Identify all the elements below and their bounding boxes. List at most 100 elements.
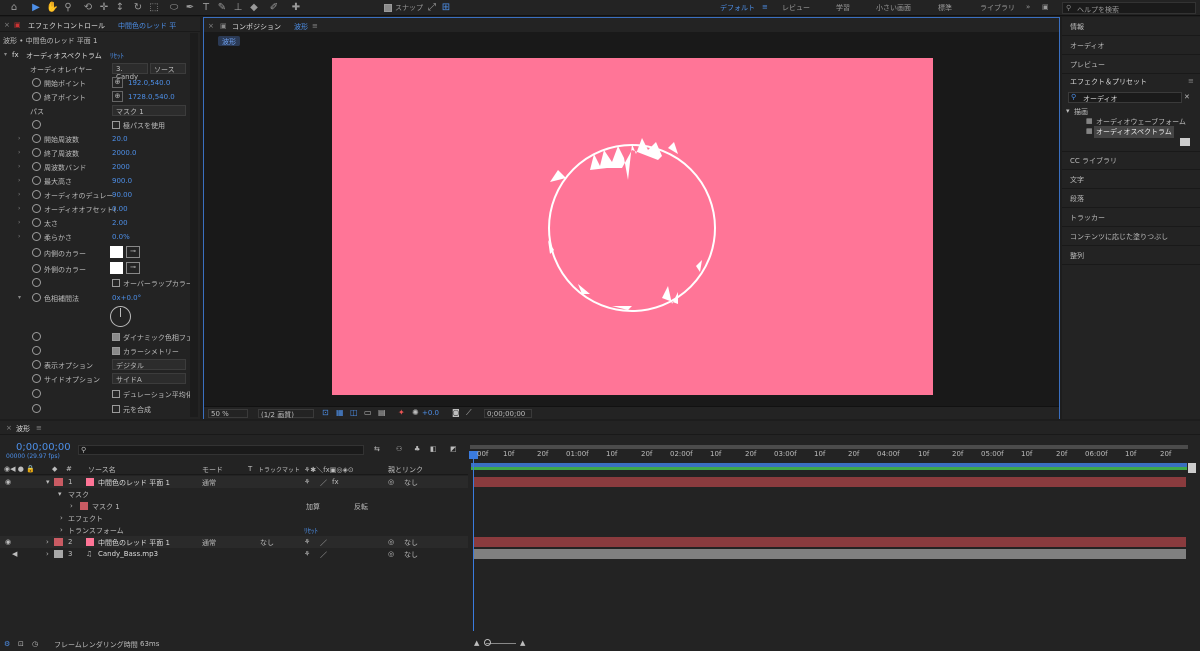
expand-icon[interactable]: › bbox=[60, 526, 63, 534]
pickwhip-icon[interactable]: ◎ bbox=[388, 550, 394, 558]
panel-menu-icon[interactable]: ≡ bbox=[1188, 77, 1194, 85]
fx-icon[interactable]: fx bbox=[12, 51, 19, 59]
home-icon[interactable]: ⌂ bbox=[8, 2, 20, 14]
color-management-icon[interactable]: ✺ bbox=[412, 408, 419, 417]
character-panel[interactable]: 文字 bbox=[1062, 170, 1200, 189]
workspace-standard[interactable]: 標準 bbox=[938, 3, 952, 13]
mask-visibility-icon[interactable]: ◫ bbox=[350, 408, 358, 417]
stopwatch-icon[interactable] bbox=[32, 278, 41, 287]
zoom-in-icon[interactable]: ▲ bbox=[520, 639, 525, 647]
stopwatch-icon[interactable] bbox=[32, 332, 41, 341]
eraser-tool-icon[interactable]: ◆ bbox=[248, 2, 260, 14]
bands-value[interactable]: 2000 bbox=[112, 163, 130, 171]
orbit-camera-icon[interactable]: ⟲ bbox=[82, 2, 94, 14]
comp-mini-flowchart-icon[interactable]: ⇆ bbox=[374, 445, 380, 453]
layer-search-input[interactable]: ⚲ bbox=[78, 445, 364, 455]
layer-parent[interactable]: なし bbox=[404, 478, 418, 488]
source-name-column[interactable]: ソース名 bbox=[88, 465, 116, 475]
workspace-menu-icon[interactable]: ≡ bbox=[762, 3, 768, 11]
stopwatch-icon[interactable] bbox=[32, 148, 41, 157]
expand-icon[interactable]: › bbox=[18, 163, 20, 170]
show-snapshot-icon[interactable]: ⟋ bbox=[466, 408, 472, 418]
expand-icon[interactable]: › bbox=[18, 177, 20, 184]
puppet-pin-icon[interactable]: ✚ bbox=[290, 2, 302, 14]
roto-brush-icon[interactable]: ✐ bbox=[268, 2, 280, 14]
mask-name[interactable]: マスク 1 bbox=[92, 502, 120, 512]
playhead[interactable] bbox=[473, 451, 474, 631]
selection-tool-icon[interactable]: ▶ bbox=[30, 2, 42, 14]
stopwatch-icon[interactable] bbox=[32, 204, 41, 213]
layer-row[interactable]: ◉ ▾ 1 中間色のレッド 平面 1 通常 ⚘ ／ fx ◎ なし bbox=[0, 476, 468, 488]
speaker-icon[interactable]: ◀ bbox=[12, 550, 17, 558]
channel-icon[interactable]: ✦ bbox=[398, 408, 405, 417]
eye-icon[interactable]: ◉ bbox=[5, 478, 11, 486]
rotate-tool-icon[interactable]: ↻ bbox=[132, 2, 144, 14]
grid-guide-icon[interactable]: ▤ bbox=[378, 408, 386, 417]
effect-controls-layer[interactable]: 中間色のレッド 平 bbox=[118, 21, 176, 31]
stopwatch-icon[interactable] bbox=[32, 162, 41, 171]
stopwatch-icon[interactable] bbox=[32, 78, 41, 87]
collapse-icon[interactable]: ▾ bbox=[46, 478, 50, 486]
zoom-out-icon[interactable]: ▲ bbox=[474, 639, 479, 647]
transform-group-row[interactable]: › トランスフォーム ﾘｾｯﾄ bbox=[0, 524, 468, 536]
workspace-library[interactable]: ライブラリ bbox=[980, 3, 1015, 13]
expand-icon[interactable]: › bbox=[18, 205, 20, 212]
display-dropdown[interactable]: デジタル bbox=[112, 359, 186, 370]
paragraph-panel[interactable]: 段落 bbox=[1062, 189, 1200, 208]
zoom-tool-icon[interactable]: ⚲ bbox=[62, 2, 74, 14]
shy-switch-icon[interactable]: ⚘ bbox=[304, 478, 310, 486]
draft-3d-icon[interactable]: ⚇ bbox=[396, 445, 402, 453]
avg-checkbox[interactable] bbox=[112, 390, 120, 398]
close-panel-icon[interactable]: × bbox=[208, 22, 214, 30]
layer-parent[interactable]: なし bbox=[404, 550, 418, 560]
mode-column[interactable]: モード bbox=[202, 465, 223, 475]
effects-search-input[interactable]: ⚲ オーディオ bbox=[1068, 92, 1182, 103]
snap-option-icon[interactable]: ⤢ bbox=[426, 2, 438, 14]
composition-sub-tab[interactable]: 波形 bbox=[218, 36, 240, 46]
collapse-icon[interactable]: ▾ bbox=[4, 51, 7, 58]
snap-grid-icon[interactable]: ⊞ bbox=[440, 2, 452, 14]
content-aware-fill-panel[interactable]: コンテンツに応じた塗りつぶし bbox=[1062, 227, 1200, 246]
current-timecode[interactable]: 0;00;00;00 bbox=[16, 442, 71, 453]
label-color[interactable] bbox=[54, 550, 63, 558]
end-point-value[interactable]: 1728.0,540.0 bbox=[128, 93, 175, 101]
effects-presets-title[interactable]: エフェクト＆プリセット bbox=[1070, 77, 1147, 87]
cc-library-panel[interactable]: CC ライブラリ bbox=[1062, 151, 1200, 170]
effect-panel-scrollbar[interactable] bbox=[190, 33, 198, 417]
composition-name[interactable]: 波形 bbox=[294, 22, 308, 32]
expand-icon[interactable]: › bbox=[70, 502, 73, 510]
frame-blending-icon[interactable]: ◧ bbox=[430, 445, 437, 453]
metric-checkbox[interactable] bbox=[112, 347, 120, 355]
expand-icon[interactable]: › bbox=[18, 233, 20, 240]
stopwatch-icon[interactable] bbox=[32, 92, 41, 101]
clone-stamp-icon[interactable]: ⊥ bbox=[232, 2, 244, 14]
close-panel-icon[interactable]: × bbox=[6, 424, 12, 432]
comp-timecode[interactable]: 0;00;00;00 bbox=[484, 409, 532, 418]
ellipse-tool-icon[interactable]: ⬭ bbox=[168, 2, 180, 14]
transform-reset-link[interactable]: ﾘｾｯﾄ bbox=[304, 526, 318, 536]
layer-1-bar[interactable] bbox=[473, 477, 1186, 487]
pan-camera-icon[interactable]: ✛ bbox=[98, 2, 110, 14]
audio-source-dropdown[interactable]: ソース bbox=[150, 63, 186, 74]
lock-icon[interactable]: ▣ bbox=[220, 22, 227, 30]
layer-name[interactable]: Candy_Bass.mp3 bbox=[98, 550, 158, 558]
workspace-review[interactable]: レビュー bbox=[782, 3, 810, 13]
eyedropper-icon[interactable]: ⊸ bbox=[126, 246, 140, 258]
eye-icon[interactable]: ◉ bbox=[5, 538, 11, 546]
hue-dial[interactable] bbox=[110, 306, 131, 327]
audio-panel[interactable]: オーディオ bbox=[1062, 36, 1200, 55]
zoom-slider-knob[interactable] bbox=[484, 639, 491, 646]
fast-preview-icon[interactable]: ⊡ bbox=[322, 408, 329, 417]
offset-value[interactable]: 0.00 bbox=[112, 205, 128, 213]
effect-item-spectrum[interactable]: オーディオスペクトラム bbox=[1094, 126, 1174, 138]
hand-tool-icon[interactable]: ✋ bbox=[46, 2, 58, 14]
workspace-default[interactable]: デフォルト bbox=[720, 3, 755, 13]
stopwatch-icon[interactable] bbox=[32, 176, 41, 185]
crosshair-icon[interactable]: ⊕ bbox=[112, 77, 123, 88]
hue-value[interactable]: 0x+0.0° bbox=[112, 294, 141, 302]
toggle-switches-icon[interactable]: ⚙ bbox=[4, 640, 10, 648]
anchor-tool-icon[interactable]: ⬚ bbox=[148, 2, 160, 14]
stopwatch-icon[interactable] bbox=[32, 248, 41, 257]
stopwatch-icon[interactable] bbox=[32, 404, 41, 413]
collapse-icon[interactable]: ▾ bbox=[18, 294, 21, 301]
